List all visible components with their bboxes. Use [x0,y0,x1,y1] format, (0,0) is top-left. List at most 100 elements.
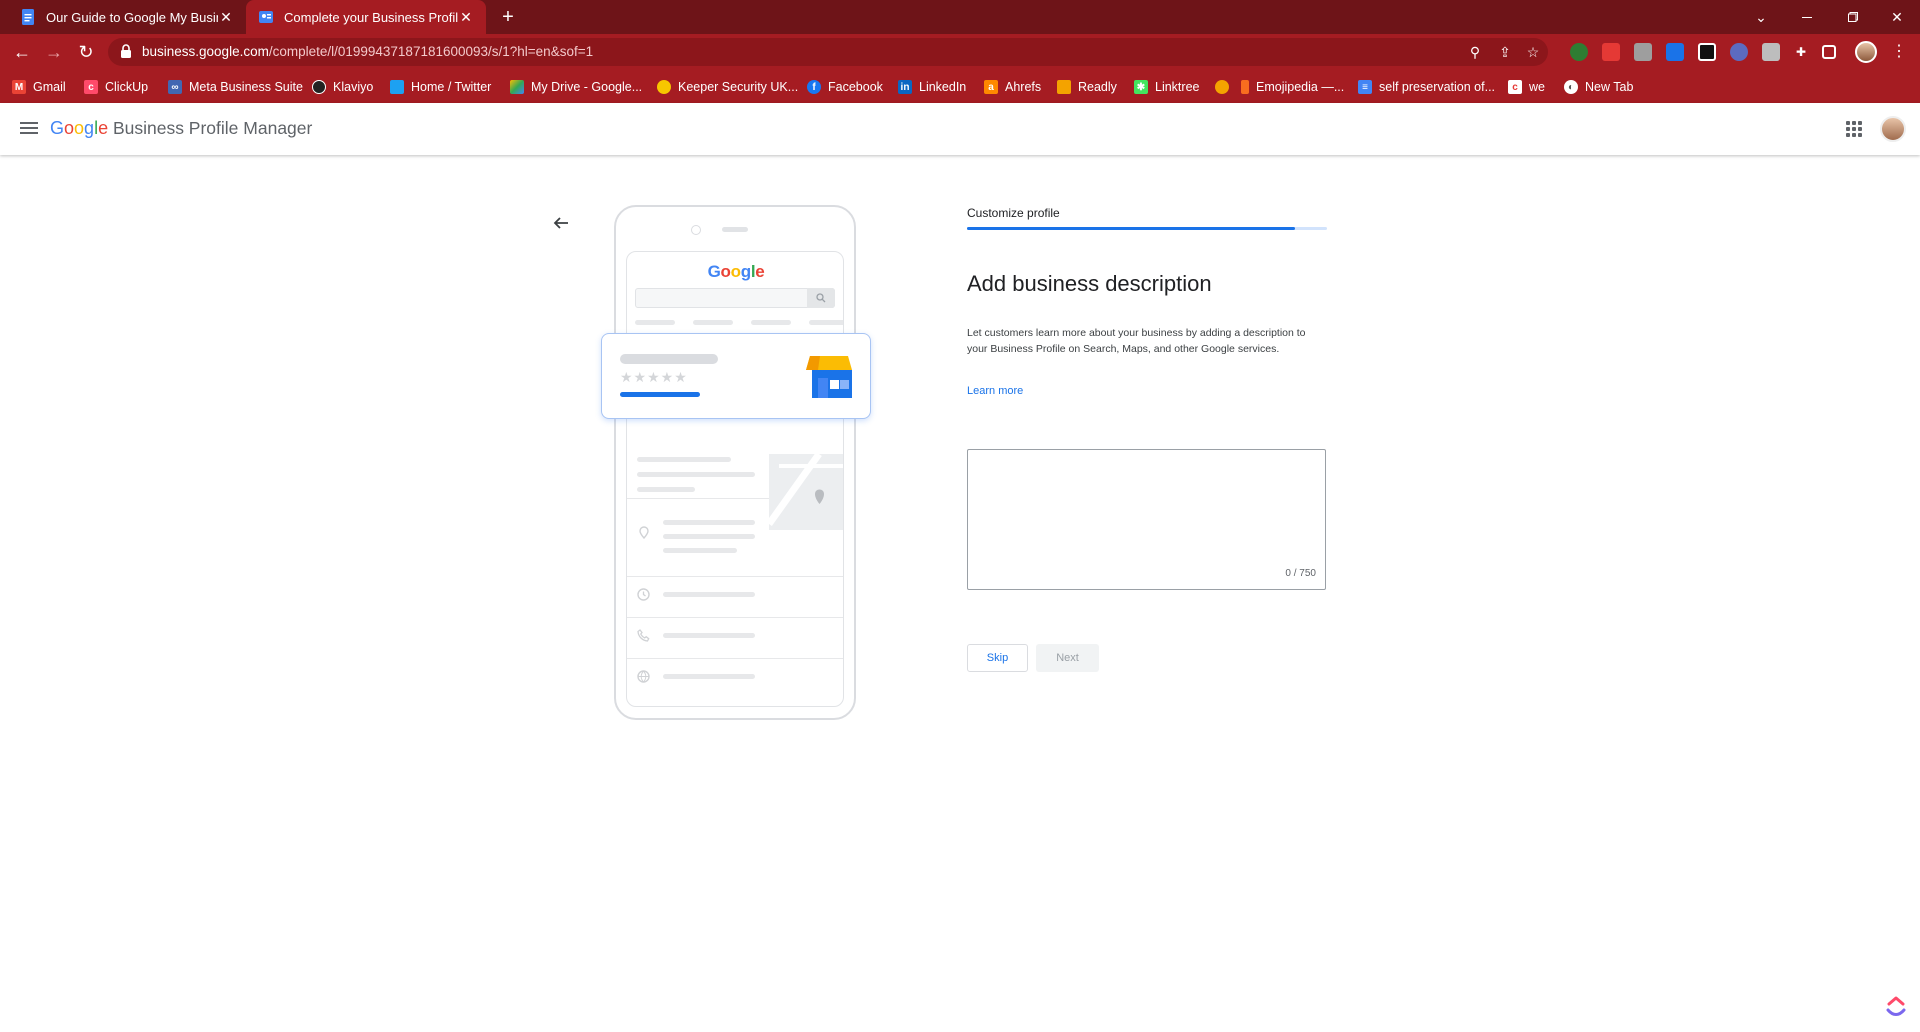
url-path: /complete/l/01999437187181600093/s/1?hl=… [268,44,594,59]
skip-button[interactable]: Skip [967,644,1028,672]
bookmark-ahrefs[interactable]: a Ahrefs [984,77,1041,97]
profile-avatar[interactable] [1855,41,1877,63]
bookmark-facebook[interactable]: f Facebook [807,77,883,97]
we-icon: c [1508,80,1522,94]
business-card-illustration: ★★★★★ [601,333,871,419]
highlight-line [620,392,700,397]
placeholder-line [751,320,791,325]
tab-close-icon[interactable]: ✕ [458,9,474,26]
extension-icon[interactable] [1698,43,1716,61]
bookmark-label: Meta Business Suite [189,80,303,94]
bookmark-label: Ahrefs [1005,80,1042,94]
placeholder-line [637,457,731,462]
docs-icon: ≡ [1358,80,1372,94]
url-host: business.google.com [142,44,269,59]
tab-business-profile[interactable]: Complete your Business Profile ✕ [246,0,486,34]
bookmark-klaviyo[interactable]: Klaviyo [312,77,373,97]
twitter-icon [390,80,404,94]
phone-camera [691,225,701,235]
bookmark-clickup[interactable]: c ClickUp [84,77,148,97]
bookmark-twitter[interactable]: Home / Twitter [390,77,491,97]
address-bar[interactable]: business.google.com/complete/l/019994371… [108,38,1548,66]
star-bookmark-icon[interactable]: ☆ [1524,43,1542,61]
extension-icon[interactable] [1730,43,1748,61]
extension-icon[interactable] [1602,43,1620,61]
bookmark-my-drive[interactable]: My Drive - Google... [510,77,642,97]
globe-icon [637,670,650,688]
bookmark-self-preservation[interactable]: ≡ self preservation of... [1358,77,1495,97]
illustration-google-logo: Google [707,262,765,281]
bookmark-new-tab[interactable]: ◐ New Tab [1564,77,1633,97]
keeper-icon [657,80,671,94]
share-icon[interactable]: ⇪ [1496,43,1514,61]
google-wordmark: Google [50,118,109,138]
bookmark-label: Emojipedia —... [1256,80,1345,94]
bookmark-we[interactable]: c we [1508,77,1545,97]
back-icon[interactable]: ← [10,40,34,64]
placeholder-line [663,548,737,553]
bookmark-favicon[interactable] [1215,77,1236,97]
bookmark-label: Facebook [828,80,883,94]
placeholder-line [637,487,695,492]
location-pin-icon [639,526,649,544]
placeholder-line [663,534,755,539]
business-name-placeholder [620,354,718,364]
illustration-search-bar [635,288,835,308]
linktree-icon: ✱ [1134,80,1148,94]
lock-icon [120,44,136,60]
bookmark-gmail[interactable]: M Gmail [12,77,66,97]
bookmark-meta-business-suite[interactable]: ∞ Meta Business Suite [168,77,303,97]
tab-search-icon[interactable]: ⌄ [1738,0,1784,34]
meta-icon: ∞ [168,80,182,94]
linkedin-icon: in [898,80,912,94]
zoom-icon[interactable]: ⚲ [1466,43,1484,61]
browser-menu-icon[interactable]: ⋮ [1890,43,1908,61]
placeholder-line [809,320,843,325]
extension-icon[interactable] [1634,43,1652,61]
tab-guide[interactable]: Our Guide to Google My Business ✕ [8,0,246,34]
extension-icon[interactable] [1570,43,1588,61]
bookmark-label: New Tab [1585,80,1634,94]
readly-icon [1057,80,1071,94]
drive-icon [510,80,524,94]
google-apps-icon[interactable] [1846,121,1862,137]
step-progress-fill [967,227,1295,230]
learn-more-link[interactable]: Learn more [967,385,1023,397]
restore-icon[interactable] [1830,0,1876,34]
storefront-icon [806,352,854,398]
app-title: Google Business Profile Manager [50,118,312,139]
bookmark-label: Readly [1078,80,1117,94]
extension-icon[interactable] [1762,43,1780,61]
new-tab-button[interactable]: + [496,5,520,29]
bookmark-label: Gmail [33,80,66,94]
forward-icon[interactable]: → [42,40,66,64]
placeholder-line [663,633,755,638]
placeholder-line [693,320,733,325]
bookmark-label: Home / Twitter [411,80,492,94]
tab-close-icon[interactable]: ✕ [218,9,234,26]
back-arrow-icon[interactable] [552,214,572,234]
bookmark-emojipedia[interactable]: Emojipedia —... [1241,77,1344,97]
phone-call-icon [637,629,650,647]
side-panel-icon[interactable] [1822,45,1836,59]
page-title: Add business description [967,271,1212,296]
bookmark-keeper[interactable]: Keeper Security UK... [657,77,798,97]
clickup-floating-icon[interactable] [1884,994,1908,1018]
extensions-puzzle-icon[interactable]: ✚ [1792,43,1810,61]
extension-icon[interactable] [1666,43,1684,61]
reload-icon[interactable]: ↻ [74,40,98,64]
business-profile-icon [258,9,274,25]
hamburger-menu-icon[interactable] [20,119,38,139]
minimize-icon[interactable] [1784,0,1830,34]
bookmark-label: we [1529,80,1545,94]
bookmark-readly[interactable]: Readly [1057,77,1117,97]
character-counter: 0 / 750 [1285,568,1316,579]
page-description: Let customers learn more about your busi… [967,327,1306,355]
account-avatar[interactable] [1880,116,1906,142]
next-button[interactable]: Next [1036,644,1099,672]
bookmark-linktree[interactable]: ✱ Linktree [1134,77,1199,97]
browser-toolbar: ← → ↻ business.google.com/complete/l/019… [0,34,1920,70]
close-window-icon[interactable]: ✕ [1874,0,1920,34]
bookmark-linkedin[interactable]: in LinkedIn [898,77,966,97]
illustration-search-icon [807,288,835,308]
